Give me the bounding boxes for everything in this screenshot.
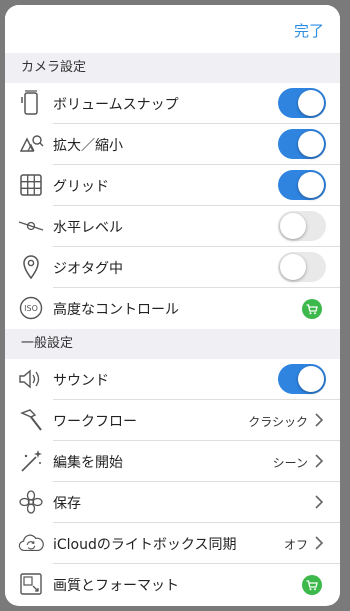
row-label: iCloudのライトボックス同期	[53, 537, 237, 553]
grid-toggle[interactable]	[278, 170, 326, 200]
row-sound[interactable]: サウンド	[5, 359, 340, 400]
zoom-icon	[18, 131, 44, 157]
done-button[interactable]: 完了	[294, 20, 324, 41]
iso-icon: ISO	[18, 295, 44, 321]
level-toggle[interactable]	[278, 211, 326, 241]
row-label: ジオタグ中	[53, 261, 123, 277]
svg-text:ISO: ISO	[24, 304, 38, 313]
row-label: 編集を開始	[53, 455, 123, 471]
row-icloud-lightbox-sync[interactable]: iCloudのライトボックス同期 オフ	[5, 523, 340, 564]
chevron-right-icon	[312, 453, 326, 469]
row-label: ボリュームスナップ	[53, 97, 179, 113]
row-label: 拡大／縮小	[53, 138, 123, 154]
chevron-right-icon	[312, 535, 326, 551]
row-label: ワークフロー	[53, 414, 137, 430]
row-advanced-controls[interactable]: ISO 高度なコントロール	[5, 288, 340, 329]
flower-icon	[18, 489, 44, 515]
row-zoom[interactable]: 拡大／縮小	[5, 124, 340, 165]
row-level[interactable]: 水平レベル	[5, 206, 340, 247]
icloud-sync-value: オフ	[283, 538, 308, 552]
cart-icon[interactable]	[302, 575, 322, 595]
settings-sheet: 完了 カメラ設定 ボリュームスナップ 拡大／縮小 グリッド 水平レベル ジオタグ…	[5, 5, 340, 606]
row-label: グリッド	[53, 179, 109, 195]
cart-icon[interactable]	[302, 299, 322, 319]
location-pin-icon	[18, 254, 44, 280]
grid-icon	[18, 172, 44, 198]
row-label: サウンド	[53, 373, 109, 389]
row-label: 保存	[53, 496, 81, 512]
start-editing-value: シーン	[272, 456, 308, 470]
row-label: 高度なコントロール	[53, 302, 179, 318]
row-workflow[interactable]: ワークフロー クラシック	[5, 400, 340, 441]
top-bar: 完了	[5, 5, 340, 53]
sound-toggle[interactable]	[278, 364, 326, 394]
magic-wand-icon	[18, 448, 44, 474]
row-start-editing[interactable]: 編集を開始 シーン	[5, 441, 340, 482]
workflow-value: クラシック	[248, 415, 308, 429]
level-icon	[18, 213, 44, 239]
section-header-general: 一般設定	[5, 329, 340, 359]
row-geotag[interactable]: ジオタグ中	[5, 247, 340, 288]
image-format-icon	[18, 571, 44, 597]
phone-volume-icon	[18, 90, 44, 116]
row-volume-snap[interactable]: ボリュームスナップ	[5, 83, 340, 124]
geotag-toggle[interactable]	[278, 252, 326, 282]
zoom-toggle[interactable]	[278, 129, 326, 159]
section-header-camera: カメラ設定	[5, 53, 340, 83]
row-save[interactable]: 保存	[5, 482, 340, 523]
volume-snap-toggle[interactable]	[278, 88, 326, 118]
chevron-right-icon	[312, 412, 326, 428]
speaker-icon	[18, 366, 44, 392]
chevron-right-icon	[312, 494, 326, 510]
row-label: 画質とフォーマット	[53, 578, 179, 594]
row-image-quality-format[interactable]: 画質とフォーマット	[5, 564, 340, 605]
row-label: 水平レベル	[53, 220, 123, 236]
row-grid[interactable]: グリッド	[5, 165, 340, 206]
cloud-sync-icon	[18, 530, 44, 556]
hammer-icon	[18, 407, 44, 433]
